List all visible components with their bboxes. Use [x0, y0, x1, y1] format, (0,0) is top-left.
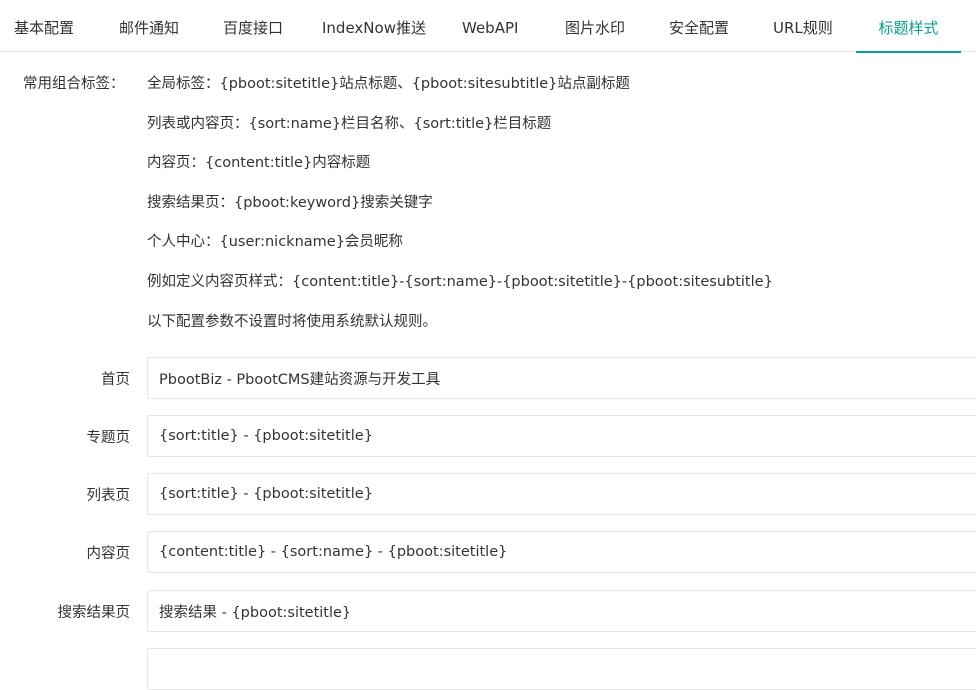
tab-title-style[interactable]: 标题样式: [856, 0, 961, 53]
hint-global-tags: 全局标签：{pboot:sitetitle}站点标题、{pboot:sitesu…: [147, 76, 630, 92]
tab-url-rules[interactable]: URL规则: [773, 0, 833, 52]
tab-basic-config[interactable]: 基本配置: [14, 0, 74, 52]
home-title-label: 首页: [101, 372, 130, 388]
tab-email-notify[interactable]: 邮件通知: [119, 0, 179, 52]
hint-list-content-tags: 列表或内容页：{sort:name}栏目名称、{sort:title}栏目标题: [147, 116, 552, 132]
tab-baidu-api[interactable]: 百度接口: [223, 0, 283, 52]
list-title-label: 列表页: [86, 488, 131, 504]
content-title-input[interactable]: [147, 531, 976, 573]
search-title-input[interactable]: [147, 590, 976, 632]
content-title-label: 内容页: [86, 546, 131, 562]
topic-title-input[interactable]: [147, 415, 976, 457]
list-title-input[interactable]: [147, 473, 976, 515]
settings-tabs: 基本配置 邮件通知 百度接口 IndexNow推送 WebAPI 图片水印 安全…: [0, 0, 976, 53]
hint-user-tags: 个人中心：{user:nickname}会员昵称: [147, 234, 403, 250]
next-title-input[interactable]: [147, 648, 976, 690]
common-tags-label: 常用组合标签：: [23, 76, 125, 92]
search-title-label: 搜索结果页: [57, 605, 131, 621]
hint-search-tags: 搜索结果页：{pboot:keyword}搜索关键字: [147, 195, 433, 211]
tab-indexnow[interactable]: IndexNow推送: [322, 0, 426, 52]
topic-title-label: 专题页: [86, 430, 131, 446]
tab-webapi[interactable]: WebAPI: [462, 0, 518, 52]
hint-example: 例如定义内容页样式：{content:title}-{sort:name}-{p…: [147, 274, 773, 290]
tab-security-config[interactable]: 安全配置: [669, 0, 729, 52]
tab-image-watermark[interactable]: 图片水印: [565, 0, 625, 52]
hint-default-rule: 以下配置参数不设置时将使用系统默认规则。: [147, 314, 437, 330]
home-title-input[interactable]: [147, 357, 976, 399]
hint-content-tags: 内容页：{content:title}内容标题: [147, 155, 371, 171]
